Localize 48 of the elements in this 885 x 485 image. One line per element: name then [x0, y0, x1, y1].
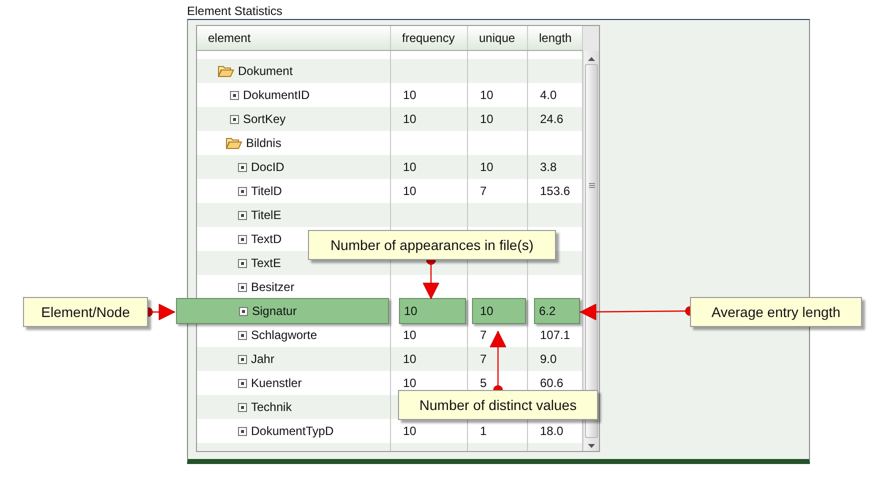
table-cell: 10 [472, 298, 526, 324]
table-cell-text: 107.1 [539, 327, 572, 344]
element-name: TextD [251, 232, 282, 246]
callout-tooltip: Average entry length [690, 297, 862, 327]
table-cell-text: 7 [479, 327, 488, 344]
table-cell-text: 10 [402, 327, 418, 344]
table-cell-text: 24.6 [539, 111, 564, 128]
element-name: DocID [251, 160, 284, 174]
table-cell-text: 3.8 [539, 159, 558, 176]
table-cell-text: 10 [402, 159, 418, 176]
element-name: DokumentID [243, 88, 310, 102]
element-name: Besitzer [251, 280, 294, 294]
table-cell-text: 60.6 [539, 375, 564, 392]
element-name: TextE [251, 256, 282, 270]
table-cell-text: 10 [479, 159, 494, 176]
table-cell-text: 18.0 [539, 423, 564, 440]
element-name: Dokument [238, 64, 293, 78]
table-cell-text: 10 [479, 111, 494, 128]
element-name: SortKey [243, 112, 286, 126]
table-cell-text: 7 [479, 183, 488, 200]
table-cell-text: 153.6 [539, 183, 572, 200]
element-name: TitelD [251, 184, 282, 198]
element-name: TitelE [251, 208, 282, 222]
callout-tooltip: Number of appearances in file(s) [308, 230, 556, 260]
element-name: Signatur [252, 304, 297, 318]
panel-title: Element Statistics [187, 4, 284, 19]
element-name: Jahr [251, 352, 274, 366]
callout-tooltip: Number of distinct values [398, 390, 598, 420]
table-cell-text: 10 [402, 423, 418, 440]
table-cell-text: 7 [479, 351, 488, 368]
table-cell-text: 10 [402, 111, 418, 128]
table-cell-text: 10 [402, 375, 418, 392]
table-cell-text: 10 [402, 87, 418, 104]
element-name: DokumentTypD [251, 424, 334, 438]
table-cell-text: 5 [479, 375, 488, 392]
table-cell-text: 10 [402, 351, 418, 368]
element-name: Bildnis [246, 136, 282, 150]
element-name: Kuenstler [251, 376, 302, 390]
element-name: Schlagworte [251, 328, 318, 342]
table-cell: 10 [399, 298, 466, 324]
table-cell-text: 1 [479, 423, 488, 440]
table-cell-text: 10 [402, 183, 418, 200]
element-name: Technik [251, 400, 292, 414]
table-cell: 6.2 [534, 298, 580, 324]
callout-tooltip: Element/Node [23, 297, 148, 327]
table-cell-text: 9.0 [539, 351, 558, 368]
table-cell-text: 10 [479, 87, 494, 104]
table-cell-text: 4.0 [539, 87, 558, 104]
